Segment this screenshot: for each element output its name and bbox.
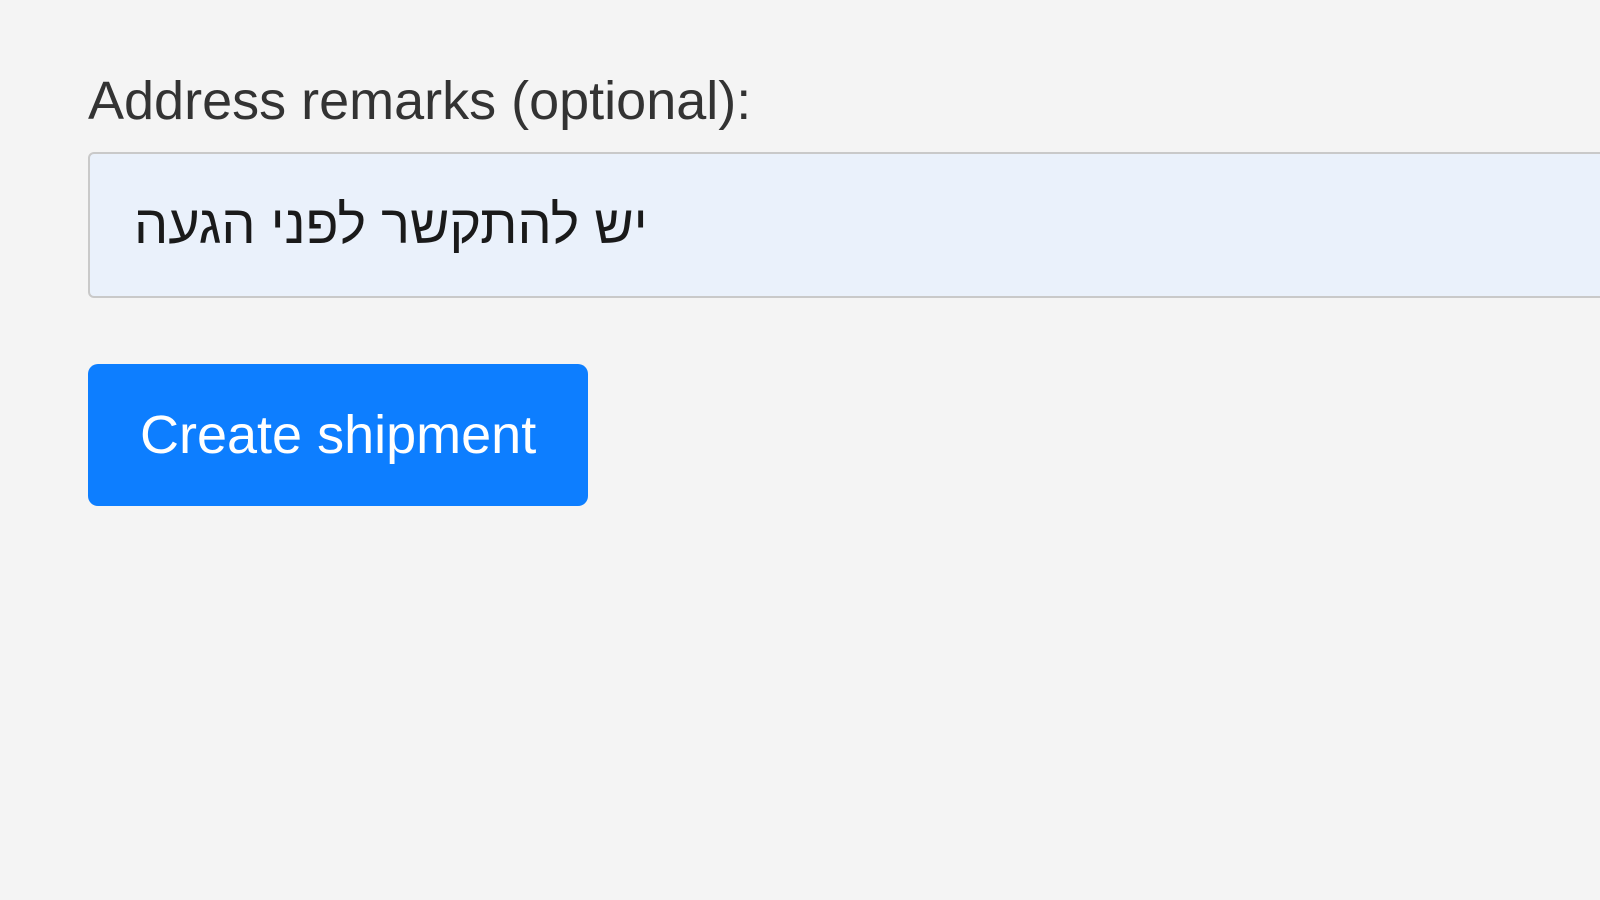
- address-remarks-input[interactable]: [88, 152, 1600, 298]
- create-shipment-button[interactable]: Create shipment: [88, 364, 588, 506]
- address-remarks-label: Address remarks (optional):: [88, 70, 1600, 132]
- shipment-form: Address remarks (optional): Create shipm…: [0, 0, 1600, 506]
